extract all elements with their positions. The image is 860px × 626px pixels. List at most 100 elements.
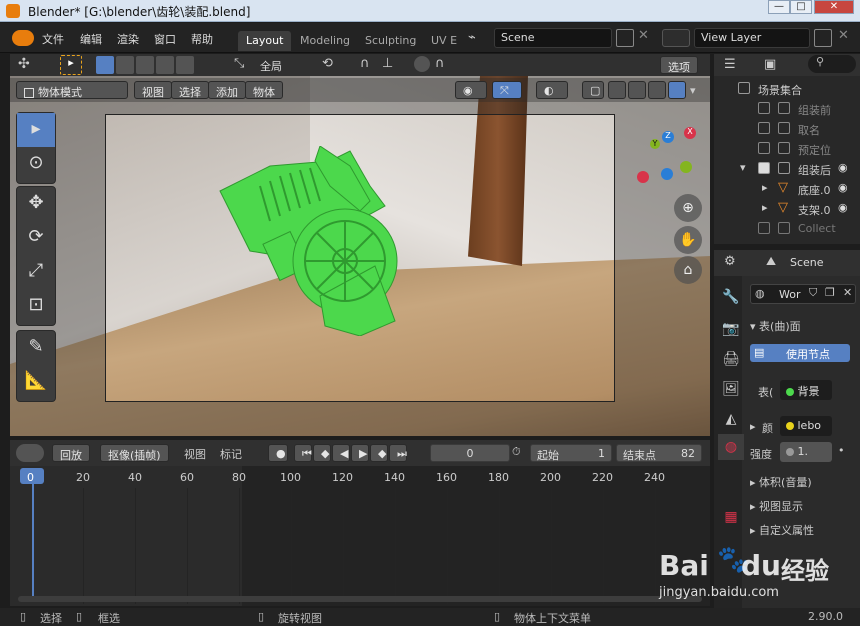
- display-mode-icon[interactable]: ▣: [764, 57, 776, 72]
- measure-icon[interactable]: 📐: [17, 365, 55, 399]
- next-keyframe-icon[interactable]: ◆: [370, 444, 388, 462]
- play-reverse-icon[interactable]: ◀: [332, 444, 350, 462]
- scene-field[interactable]: Scene: [494, 28, 612, 48]
- stopwatch-icon[interactable]: ⏱: [512, 445, 521, 459]
- 3d-viewport[interactable]: 物体模式 视图 选择 添加 物体 ◉ ⤧ ◐ ▢ ▾ Y Z X ⊕ ✋ ⌂: [10, 76, 710, 436]
- color-field[interactable]: lebo: [780, 416, 832, 436]
- outliner-scene-collection[interactable]: 场景集合: [714, 79, 860, 99]
- orientation-dropdown[interactable]: 全局: [260, 58, 282, 74]
- playback-dropdown[interactable]: 回放: [52, 444, 90, 462]
- jump-start-icon[interactable]: ⏮: [294, 444, 312, 462]
- output-tab-icon[interactable]: 🖨: [718, 346, 744, 372]
- world-name-field[interactable]: Wor: [779, 288, 800, 301]
- gizmo-toggle-icon[interactable]: ⤧: [492, 81, 522, 99]
- menu-select[interactable]: 选择: [171, 81, 209, 99]
- outliner-search-icon[interactable]: ⚲: [808, 55, 856, 73]
- view-layer-field[interactable]: View Layer: [694, 28, 810, 48]
- tab-modeling[interactable]: Modeling: [292, 31, 358, 51]
- start-frame-field[interactable]: 起始 1: [530, 444, 612, 462]
- scene-tab-icon[interactable]: ◭: [718, 406, 744, 432]
- jump-end-icon[interactable]: ⏭: [389, 444, 407, 462]
- scene-selector-icon[interactable]: ⌁: [468, 30, 490, 48]
- outliner-item[interactable]: ▾ 组装后 ◉: [714, 159, 860, 179]
- visibility-icon[interactable]: ◉: [455, 81, 487, 99]
- select-tool-icon[interactable]: ▸: [60, 55, 82, 75]
- mode-subtract-icon[interactable]: [136, 56, 154, 74]
- eye-icon[interactable]: ◉: [838, 181, 848, 194]
- expand-arrow-icon[interactable]: ▾: [740, 161, 746, 174]
- outliner-editor-icon[interactable]: ☰: [724, 57, 736, 72]
- use-nodes-button[interactable]: ▤ 使用节点: [750, 344, 850, 362]
- checkbox-icon[interactable]: [758, 102, 770, 114]
- menu-edit[interactable]: 编辑: [80, 31, 102, 47]
- wireframe-shading-icon[interactable]: [608, 81, 626, 99]
- custom-props-header[interactable]: ▸ 自定义属性: [750, 522, 814, 538]
- maximize-button[interactable]: □: [790, 0, 812, 14]
- end-frame-field[interactable]: 结束点 82: [616, 444, 702, 462]
- keyframe-dot-icon[interactable]: •: [838, 444, 845, 457]
- cursor-icon[interactable]: ⊙: [17, 147, 55, 181]
- editor-type-icon[interactable]: [16, 444, 44, 462]
- camera-view-icon[interactable]: ⌂: [674, 256, 702, 284]
- menu-object[interactable]: 物体: [245, 81, 283, 99]
- proportional-edit-icon[interactable]: [414, 56, 430, 72]
- tab-sculpting[interactable]: Sculpting: [357, 31, 424, 51]
- play-icon[interactable]: ▶: [351, 444, 369, 462]
- unlink-icon[interactable]: ✕: [843, 286, 852, 299]
- move-icon[interactable]: ✥: [17, 187, 55, 221]
- timeline-scrollbar[interactable]: [18, 596, 702, 602]
- tool-tab-icon[interactable]: 🔧: [718, 284, 744, 310]
- outliner-item[interactable]: Collect: [714, 219, 860, 239]
- snap-icon[interactable]: ∩: [360, 56, 370, 71]
- annotate-icon[interactable]: ✎: [17, 331, 55, 365]
- viewport-display-header[interactable]: ▸ 视图显示: [750, 498, 803, 514]
- prev-keyframe-icon[interactable]: ◆: [313, 444, 331, 462]
- duplicate-icon[interactable]: ❐: [825, 286, 835, 299]
- scale-icon[interactable]: ⤢: [17, 255, 55, 289]
- neg-z-axis-icon[interactable]: [661, 168, 673, 180]
- mode-extend-icon[interactable]: [116, 56, 134, 74]
- minimize-button[interactable]: —: [768, 0, 790, 14]
- outliner-item[interactable]: 预定位: [714, 139, 860, 159]
- mode-intersect-icon[interactable]: [176, 56, 194, 74]
- menu-help[interactable]: 帮助: [191, 31, 213, 47]
- current-frame-field[interactable]: 0: [430, 444, 510, 462]
- xray-icon[interactable]: ▢: [582, 81, 604, 99]
- checkbox-icon[interactable]: [758, 142, 770, 154]
- options-dropdown[interactable]: 选项: [660, 56, 698, 74]
- eye-icon[interactable]: ◉: [838, 201, 848, 214]
- outliner-item[interactable]: ▸ ▽ 支架.0 ◉: [714, 199, 860, 219]
- mode-new-icon[interactable]: [96, 56, 114, 74]
- pan-hand-icon[interactable]: ✋: [674, 226, 702, 254]
- shading-options-icon[interactable]: ▾: [690, 84, 696, 97]
- zoom-icon[interactable]: ⊕: [674, 194, 702, 222]
- new-view-layer-icon[interactable]: [814, 29, 832, 47]
- select-box-icon[interactable]: ▸: [17, 113, 55, 147]
- menu-file[interactable]: 文件: [42, 31, 64, 47]
- view-layer-tab-icon[interactable]: 🖼: [718, 376, 744, 402]
- menu-window[interactable]: 窗口: [154, 31, 176, 47]
- gear-assembly-model[interactable]: [210, 146, 420, 336]
- view-layer-icon[interactable]: [662, 29, 690, 47]
- mode-dropdown[interactable]: 物体模式: [16, 81, 128, 99]
- rotate-icon[interactable]: ⟳: [17, 221, 55, 255]
- close-button[interactable]: ✕: [814, 0, 854, 14]
- z-axis-icon[interactable]: Z: [662, 131, 674, 143]
- transform-pivot-icon[interactable]: ✣: [18, 56, 30, 72]
- timeline-view-menu[interactable]: 视图: [184, 446, 206, 462]
- keying-dropdown[interactable]: 抠像(插帧): [100, 444, 169, 462]
- surface-shader-field[interactable]: 背景: [780, 380, 832, 400]
- new-scene-icon[interactable]: [616, 29, 634, 47]
- snap-target-icon[interactable]: ⊥: [382, 56, 393, 71]
- material-shading-icon[interactable]: [648, 81, 666, 99]
- surface-panel-header[interactable]: ▾ 表(曲)面: [750, 318, 801, 334]
- blender-menu-icon[interactable]: [12, 30, 34, 46]
- y-axis-icon[interactable]: Y: [650, 139, 660, 149]
- volume-panel-header[interactable]: ▸ 体积(音量): [750, 474, 812, 490]
- expand-arrow-icon[interactable]: ▸: [762, 181, 768, 194]
- world-selector[interactable]: ◍ Wor ⛉ ❐ ✕: [750, 284, 856, 304]
- checkbox-checked-icon[interactable]: [758, 162, 770, 174]
- color-expand-icon[interactable]: ▸: [750, 420, 756, 433]
- delete-view-layer-icon[interactable]: ✕: [838, 28, 849, 43]
- render-tab-icon[interactable]: 📷: [718, 316, 744, 342]
